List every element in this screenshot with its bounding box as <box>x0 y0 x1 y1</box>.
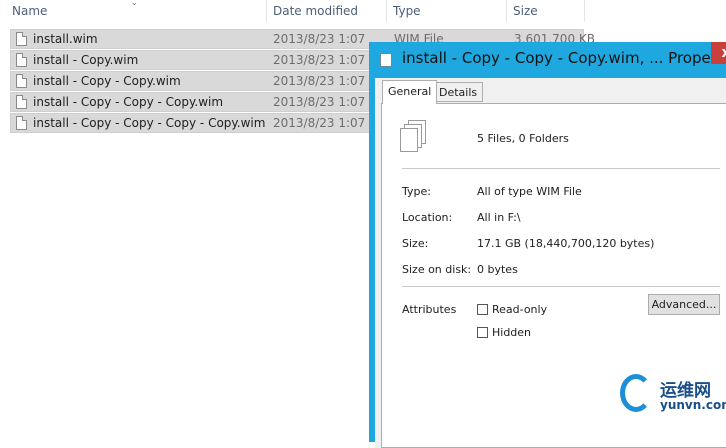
divider <box>402 168 720 169</box>
size-value: 17.1 GB (18,440,700,120 bytes) <box>477 237 655 250</box>
attributes-label: Attributes <box>402 303 457 316</box>
tab-general[interactable]: General <box>382 80 438 104</box>
file-name: install - Copy - Copy - Copy.wim <box>33 95 224 109</box>
column-header-size[interactable]: Size <box>513 0 538 22</box>
files-icon <box>377 51 392 67</box>
type-value: All of type WIM File <box>477 185 582 198</box>
column-header-date-modified[interactable]: Date modified <box>273 0 358 22</box>
file-date: 2013/8/23 1:07 <box>273 53 366 67</box>
close-button[interactable]: x <box>711 42 726 64</box>
file-icon <box>16 74 27 88</box>
sort-chevron-icon: ⌄ <box>131 0 138 7</box>
column-divider[interactable] <box>386 0 387 22</box>
file-icon <box>16 95 27 109</box>
file-date: 2013/8/23 1:07 <box>273 116 366 130</box>
file-name: install - Copy - Copy.wim <box>33 74 181 88</box>
divider <box>402 286 720 287</box>
column-header-type[interactable]: Type <box>393 0 421 22</box>
file-date: 2013/8/23 1:07 <box>273 32 366 46</box>
file-icon <box>16 116 27 130</box>
type-label: Type: <box>402 185 431 198</box>
hidden-checkbox[interactable] <box>477 327 488 338</box>
watermark-logo-icon <box>620 374 652 412</box>
multiple-files-icon <box>400 120 428 152</box>
size-on-disk-value: 0 bytes <box>477 263 518 276</box>
hidden-label[interactable]: Hidden <box>492 326 531 339</box>
file-date: 2013/8/23 1:07 <box>273 95 366 109</box>
read-only-checkbox[interactable] <box>477 304 488 315</box>
dialog-title: install - Copy - Copy - Copy.wim, ... Pr… <box>402 49 726 67</box>
column-divider[interactable] <box>584 0 585 22</box>
file-icon <box>16 53 27 67</box>
selection-summary: 5 Files, 0 Folders <box>477 132 569 145</box>
watermark-en-text: yunvn.com <box>660 398 726 412</box>
site-watermark: 运维网 yunvn.com <box>620 372 726 418</box>
dialog-title-bar[interactable]: install - Copy - Copy - Copy.wim, ... Pr… <box>369 42 726 78</box>
file-name: install.wim <box>33 32 98 46</box>
file-icon <box>16 32 27 46</box>
column-header-name[interactable]: Name <box>12 0 47 22</box>
column-divider[interactable] <box>266 0 267 22</box>
column-divider[interactable] <box>506 0 507 22</box>
size-label: Size: <box>402 237 429 250</box>
file-name: install - Copy.wim <box>33 53 139 67</box>
advanced-button[interactable]: Advanced... <box>648 294 720 315</box>
size-on-disk-label: Size on disk: <box>402 263 472 276</box>
tab-details[interactable]: Details <box>433 82 484 102</box>
file-date: 2013/8/23 1:07 <box>273 74 366 88</box>
location-label: Location: <box>402 211 453 224</box>
location-value: All in F:\ <box>477 211 521 224</box>
read-only-label[interactable]: Read-only <box>492 303 547 316</box>
file-name: install - Copy - Copy - Copy - Copy.wim <box>33 116 266 130</box>
